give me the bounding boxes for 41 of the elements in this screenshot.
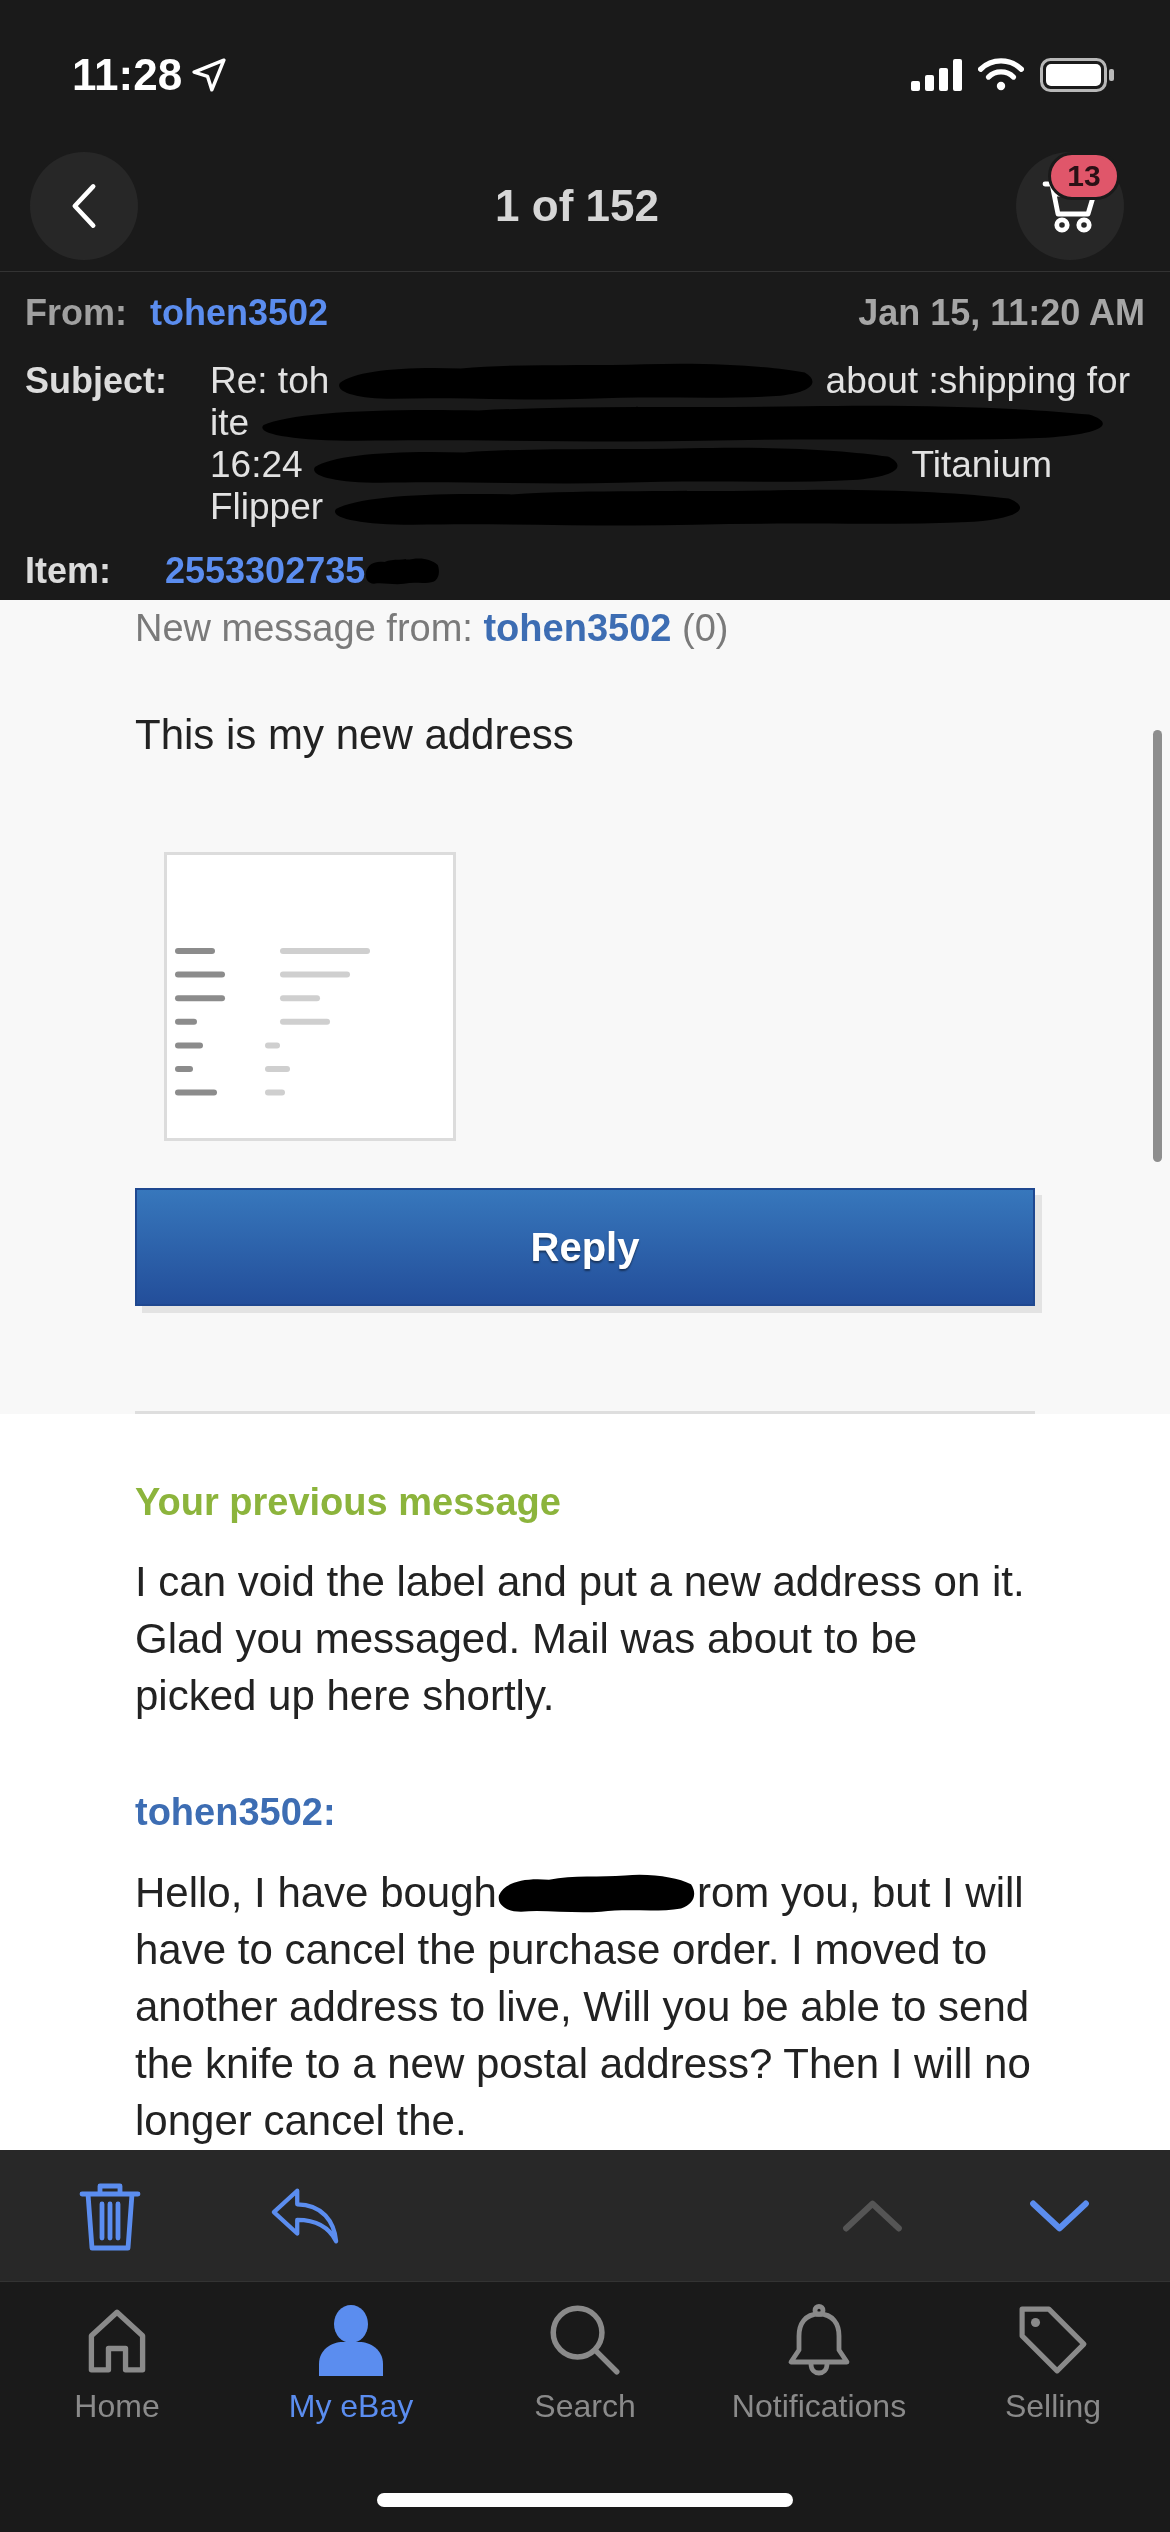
- back-icon: [70, 182, 98, 229]
- subject-text: Flipper: [210, 486, 324, 528]
- message-text: This is my new address: [135, 710, 575, 760]
- message-counter: 1 of 152: [495, 180, 659, 231]
- subject-text: about :shipping for: [825, 360, 1130, 402]
- subject-text: 16:24: [210, 444, 303, 486]
- item-number-link[interactable]: 2553302735: [165, 548, 366, 594]
- signal-icon: [911, 59, 962, 91]
- cart-count-badge: 13: [1048, 151, 1120, 200]
- cart-button[interactable]: 13: [1016, 151, 1124, 260]
- tab-item[interactable]: Notifications: [702, 2282, 936, 2447]
- new-message-line: New message from: tohen3502 (0): [135, 606, 730, 651]
- tab-item[interactable]: Home: [0, 2282, 234, 2447]
- message-date: Jan 15, 11:20 AM: [858, 291, 1145, 335]
- battery-icon: [1040, 58, 1114, 92]
- search-icon: [549, 2304, 621, 2376]
- person-icon: [317, 2304, 385, 2376]
- sender-link[interactable]: tohen3502: [150, 290, 329, 336]
- section-heading: Your previous message: [135, 1480, 562, 1525]
- from-label: From:: [25, 291, 128, 335]
- tab-item[interactable]: Selling: [936, 2282, 1170, 2447]
- message-text: I can void the label and put a new address on it. Glad you messaged. Mail was about to be picked up here shortly.: [135, 1557, 1026, 1721]
- sender-name: tohen3502:: [135, 1790, 337, 1835]
- status-time: 11:28: [72, 50, 183, 100]
- tab-item[interactable]: My eBay: [234, 2282, 468, 2447]
- tag-icon: [1018, 2304, 1088, 2376]
- sender-link[interactable]: tohen3502: [483, 607, 672, 649]
- message-text: rom you, but I will: [696, 1868, 1024, 1918]
- subject-label: Subject:: [25, 360, 168, 402]
- document-thumbnail-drawing[interactable]: [164, 852, 456, 1141]
- message-text: Hello, I have bough: [135, 1868, 497, 1918]
- subject-text: Re: toh: [210, 360, 330, 402]
- item-label: Item:: [25, 549, 112, 593]
- subject-text: ite: [210, 402, 250, 444]
- location-arrow-icon: [192, 58, 227, 92]
- bell-icon: [786, 2304, 852, 2376]
- tab-item[interactable]: Search: [468, 2282, 702, 2447]
- message-text: have to cancel the purchase order. I moved to another address to live, Will you be able to send the knife to a new postal address? Then I will no longer cancel the.: [135, 1925, 1032, 2146]
- wifi-icon: [978, 58, 1024, 92]
- chevron-down-icon[interactable]: [1027, 2198, 1092, 2233]
- subject-text: Titanium: [911, 444, 1052, 486]
